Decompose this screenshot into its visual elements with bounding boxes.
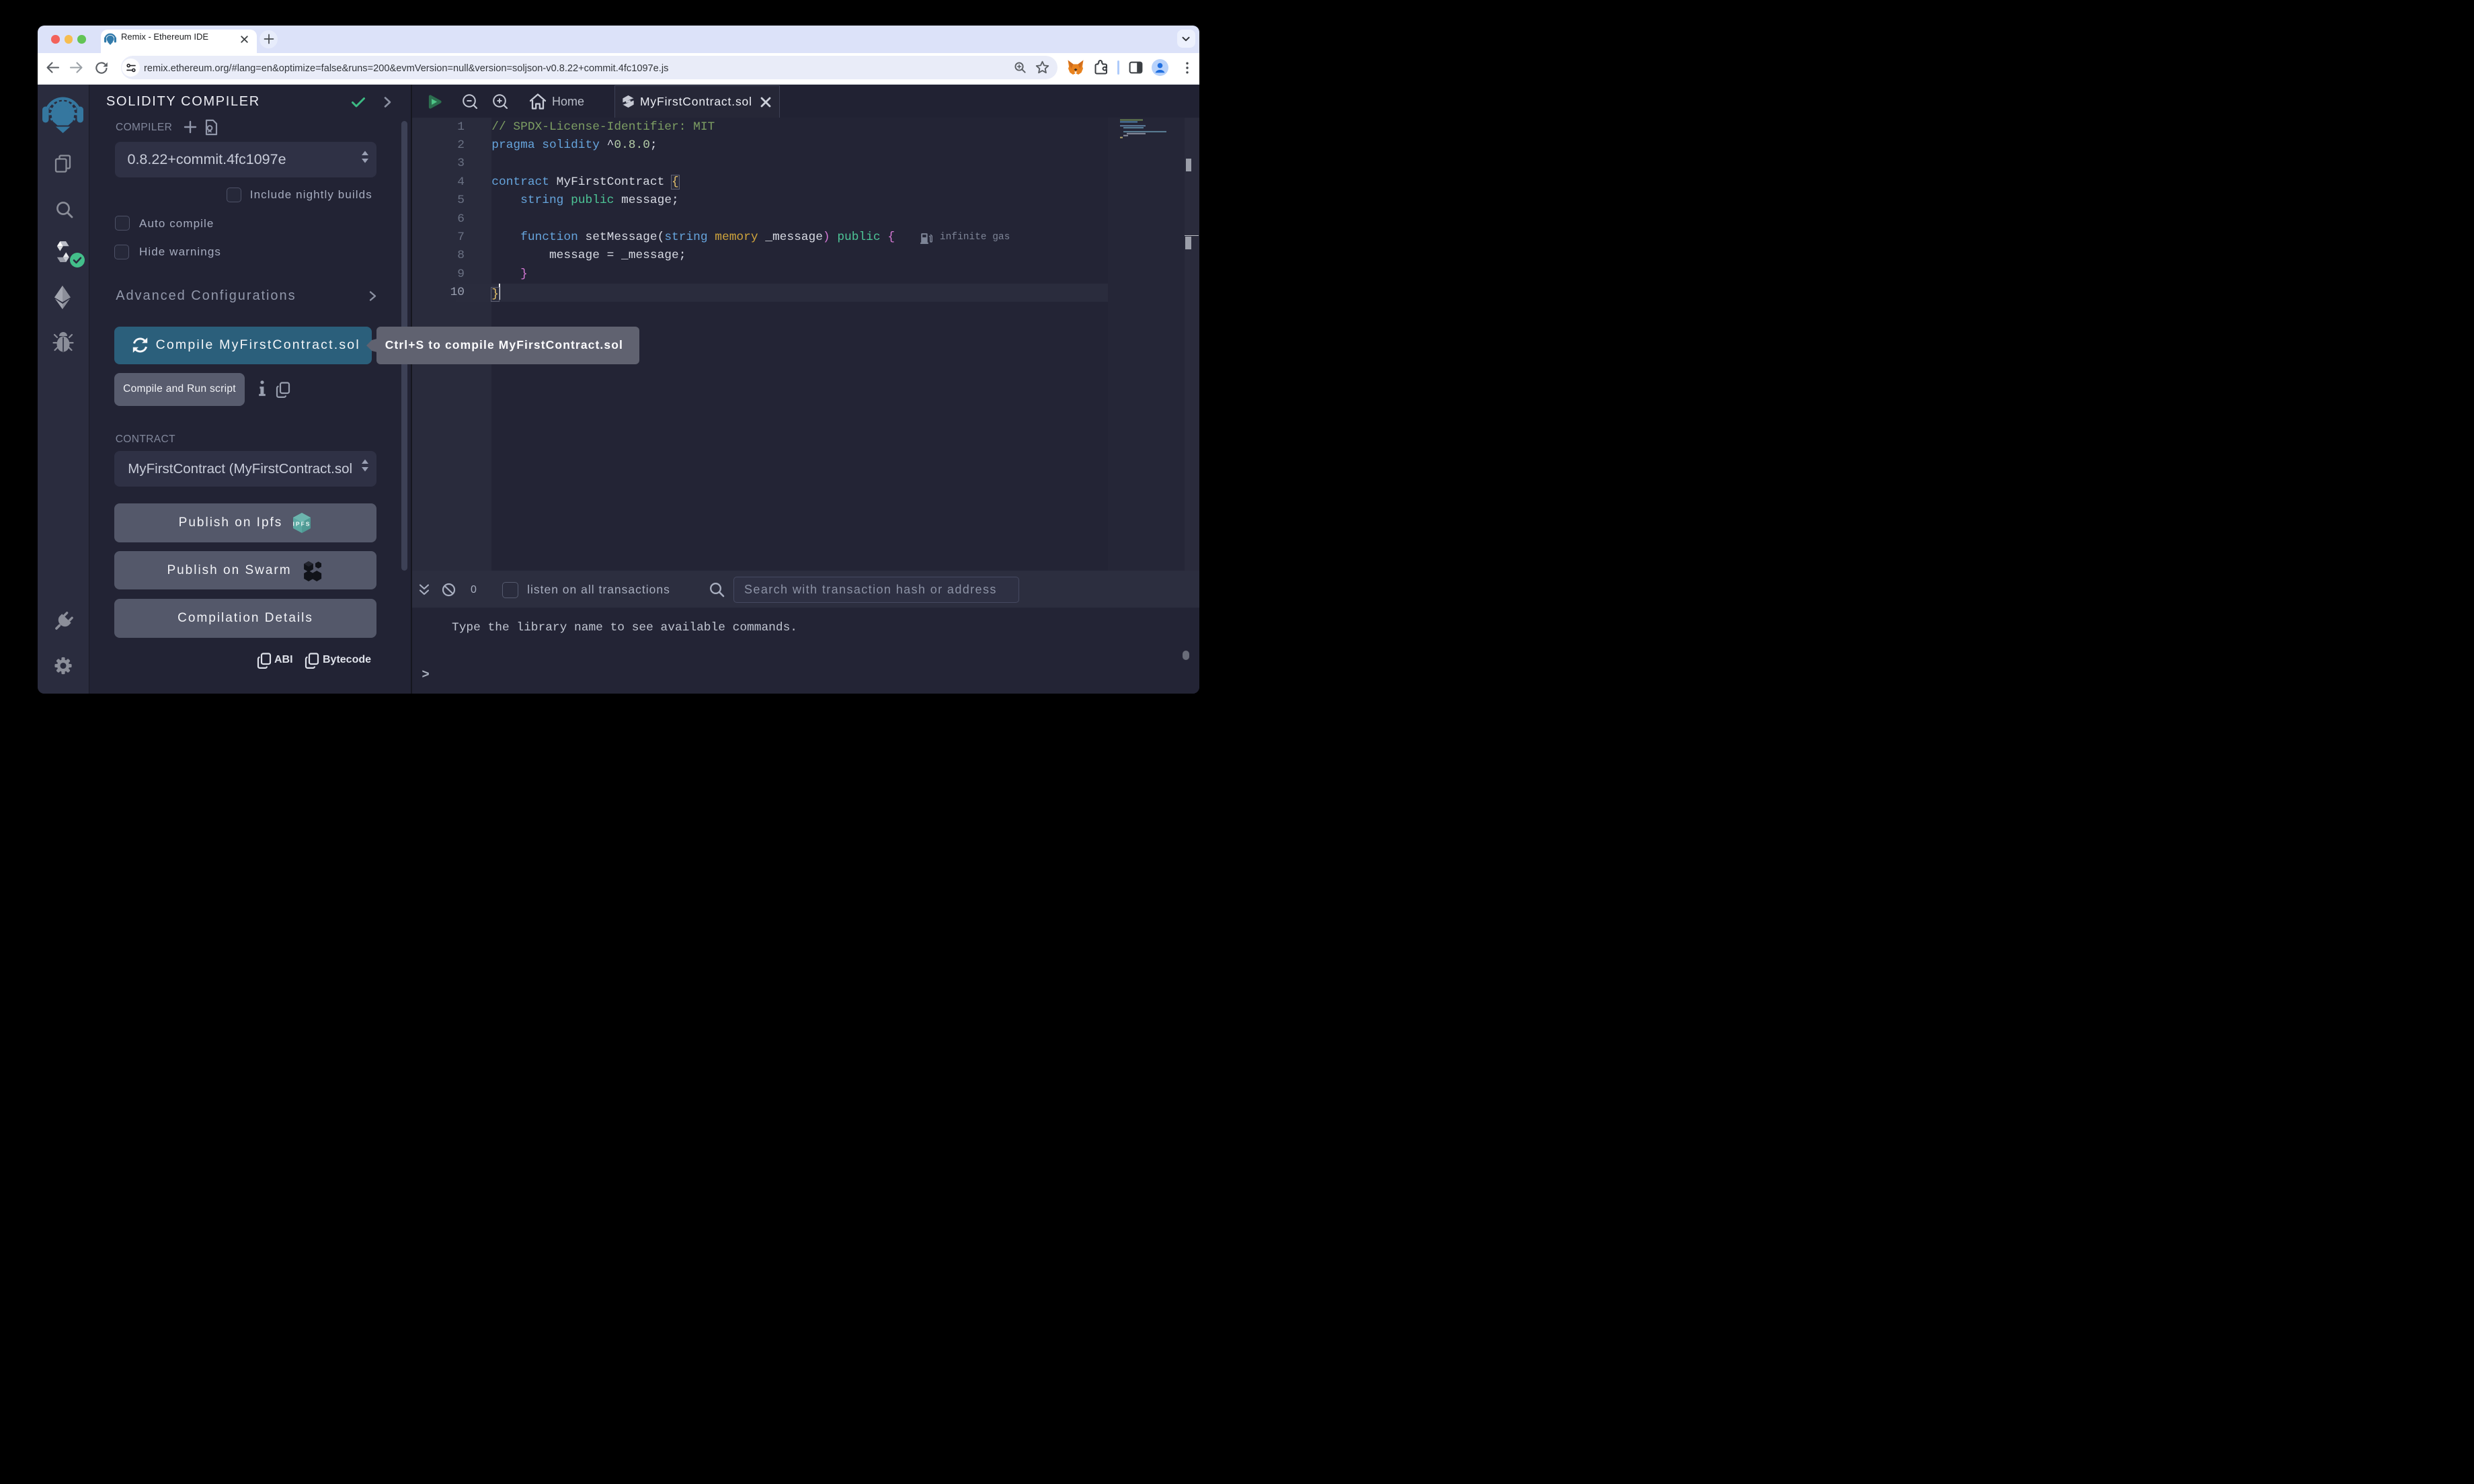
svg-text:IPFS: IPFS	[293, 520, 311, 527]
